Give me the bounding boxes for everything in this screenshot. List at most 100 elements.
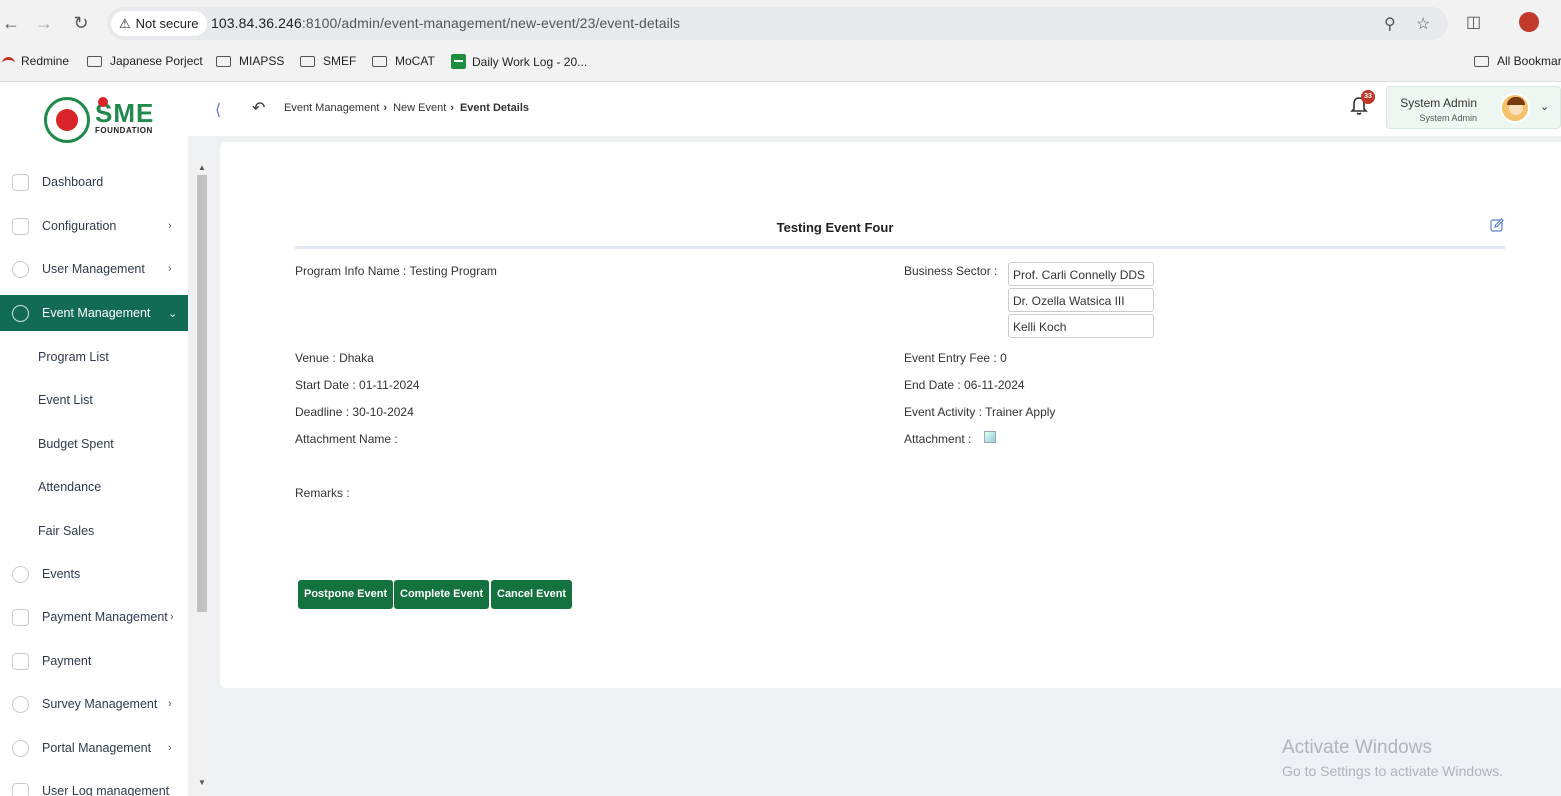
bookmark-label: SMEF <box>323 54 357 68</box>
sidebar-item-event-management[interactable]: Event Management ⌄ <box>0 295 188 331</box>
bookmark-daily-work-log[interactable]: Daily Work Log - 20... <box>451 54 587 69</box>
extensions-icon[interactable]: ◫ <box>1466 12 1481 32</box>
avatar <box>1500 93 1530 123</box>
broken-image-icon[interactable] <box>984 431 996 443</box>
back-icon[interactable]: ← <box>0 12 22 34</box>
breadcrumb: Event Management › New Event › Event Det… <box>284 102 529 114</box>
sidebar-item-dashboard[interactable]: Dashboard <box>0 164 188 200</box>
logo-dot <box>98 97 108 107</box>
event-title: Testing Event Four <box>776 220 894 235</box>
business-sector-label: Business Sector : <box>904 264 998 278</box>
event-activity-value: Trainer Apply <box>985 405 1056 419</box>
user-name: System Admin <box>1400 96 1477 110</box>
activate-windows-subtitle: Go to Settings to activate Windows. <box>1282 763 1503 779</box>
sheets-icon <box>451 54 466 69</box>
security-chip[interactable]: ⚠ Not secure <box>111 11 207 36</box>
address-bar[interactable]: ⚠ Not secure 103.84.36.246:8100/admin/ev… <box>107 7 1448 40</box>
reload-icon[interactable]: ↻ <box>70 12 92 34</box>
sidebar-item-configuration[interactable]: Configuration › <box>0 208 188 244</box>
sidebar-sub-budget-spent[interactable]: Budget Spent <box>38 437 114 451</box>
end-date-value: 06-11-2024 <box>964 378 1025 392</box>
start-date-field: Start Date : 01-11-2024 <box>295 378 420 392</box>
zoom-icon[interactable]: ⚲ <box>1384 14 1396 34</box>
bookmark-redmine[interactable]: Redmine <box>2 54 69 68</box>
configuration-icon <box>12 217 29 235</box>
sidebar-item-label: Survey Management <box>42 697 158 711</box>
user-shield-icon <box>12 260 29 278</box>
payment-icon <box>12 652 29 670</box>
sidebar-item-payment-management[interactable]: Payment Management › <box>0 599 188 635</box>
complete-event-button[interactable]: Complete Event <box>394 580 490 609</box>
sidebar-sub-fair-sales[interactable]: Fair Sales <box>38 524 94 538</box>
remarks-label: Remarks : <box>295 486 350 500</box>
sidebar-item-label: User Management <box>42 262 145 276</box>
sidebar-scrollbar[interactable]: ▲ ▼ <box>194 160 210 796</box>
deadline-label: Deadline : <box>295 405 350 419</box>
bookmark-label: Japanese Porject <box>110 54 203 68</box>
sidebar-sub-program-list[interactable]: Program List <box>38 350 109 364</box>
user-menu[interactable]: System Admin System Admin ⌄ <box>1386 86 1561 129</box>
bookmark-label: MoCAT <box>395 54 435 68</box>
sidebar-sub-attendance[interactable]: Attendance <box>38 480 101 494</box>
chevron-right-icon: › <box>450 102 454 114</box>
url-host: 103.84.36.246 <box>211 15 302 31</box>
profile-icon[interactable] <box>1519 12 1539 32</box>
bookmark-mocat[interactable]: MoCAT <box>372 54 435 68</box>
payment-icon <box>12 608 29 626</box>
scroll-up-icon[interactable]: ▲ <box>198 163 206 172</box>
sidebar-item-user-log-management[interactable]: User Log management <box>0 773 188 796</box>
sidebar-sub-event-list[interactable]: Event List <box>38 393 93 407</box>
folder-icon <box>372 55 387 67</box>
pie-chart-icon <box>12 695 29 713</box>
url-text[interactable]: 103.84.36.246:8100/admin/event-managemen… <box>211 15 680 31</box>
business-sector-item: Kelli Koch <box>1008 314 1154 338</box>
folder-icon <box>300 55 315 67</box>
star-icon[interactable]: ☆ <box>1416 14 1430 34</box>
chevron-down-icon: ⌄ <box>168 307 178 320</box>
bookmark-label: Redmine <box>21 54 70 68</box>
warning-icon: ⚠ <box>119 15 131 31</box>
logo[interactable]: SME FOUNDATION <box>0 82 188 160</box>
sme-logo: SME FOUNDATION <box>95 97 154 135</box>
scroll-thumb[interactable] <box>197 175 207 612</box>
entry-fee-field: Event Entry Fee : 0 <box>904 351 1007 365</box>
sidebar-item-user-management[interactable]: User Management › <box>0 251 188 287</box>
edit-icon[interactable] <box>1490 218 1504 232</box>
bookmarks-bar: Redmine Japanese Porject MIAPSS SMEF MoC… <box>0 46 1561 82</box>
venue-value: Dhaka <box>339 351 374 365</box>
forward-icon[interactable]: → <box>33 12 55 34</box>
back-arrow-icon[interactable]: ↶ <box>252 98 265 118</box>
sidebar-item-events[interactable]: Events <box>0 556 188 592</box>
sidebar-item-label: Payment Management <box>42 610 168 624</box>
bookmark-miapss[interactable]: MIAPSS <box>216 54 284 68</box>
attachment-label: Attachment : <box>904 432 972 446</box>
event-details-card: Testing Event Four Program Info Name : T… <box>220 142 1561 688</box>
lock-icon <box>12 304 29 322</box>
sidebar-item-portal-management[interactable]: Portal Management › <box>0 730 188 766</box>
entry-fee-label: Event Entry Fee : <box>904 351 997 365</box>
folder-icon <box>216 55 231 67</box>
breadcrumb-event-management[interactable]: Event Management <box>284 102 379 114</box>
program-info-value: Testing Program <box>409 264 497 278</box>
business-sector-item: Prof. Carli Connelly DDS <box>1008 262 1154 286</box>
venue-field: Venue : Dhaka <box>295 351 374 365</box>
chevron-down-icon[interactable]: ⌄ <box>1540 100 1549 113</box>
bookmark-all-bookmarks[interactable]: All Bookmar <box>1474 54 1561 68</box>
chevron-right-icon: › <box>168 263 172 275</box>
sidebar-item-label: Events <box>42 567 81 581</box>
attachment-name-label: Attachment Name : <box>295 432 398 446</box>
bookmark-japanese-project[interactable]: Japanese Porject <box>87 54 203 68</box>
sidebar-item-payment[interactable]: Payment <box>0 643 188 679</box>
sidebar-item-label: Payment <box>42 654 92 668</box>
sidebar-item-survey-management[interactable]: Survey Management › <box>0 686 188 722</box>
breadcrumb-new-event[interactable]: New Event <box>393 102 446 114</box>
sidebar-collapse-icon[interactable]: ⟨ <box>215 100 221 120</box>
business-sector-item: Dr. Ozella Watsica III <box>1008 288 1154 312</box>
bookmark-smef[interactable]: SMEF <box>300 54 356 68</box>
scroll-down-icon[interactable]: ▼ <box>198 778 206 787</box>
cancel-event-button[interactable]: Cancel Event <box>491 580 573 609</box>
postpone-event-button[interactable]: Postpone Event <box>298 580 394 609</box>
lock-icon <box>12 565 29 583</box>
program-info-field: Program Info Name : Testing Program <box>295 264 497 278</box>
logo-subtitle: FOUNDATION <box>95 126 153 135</box>
